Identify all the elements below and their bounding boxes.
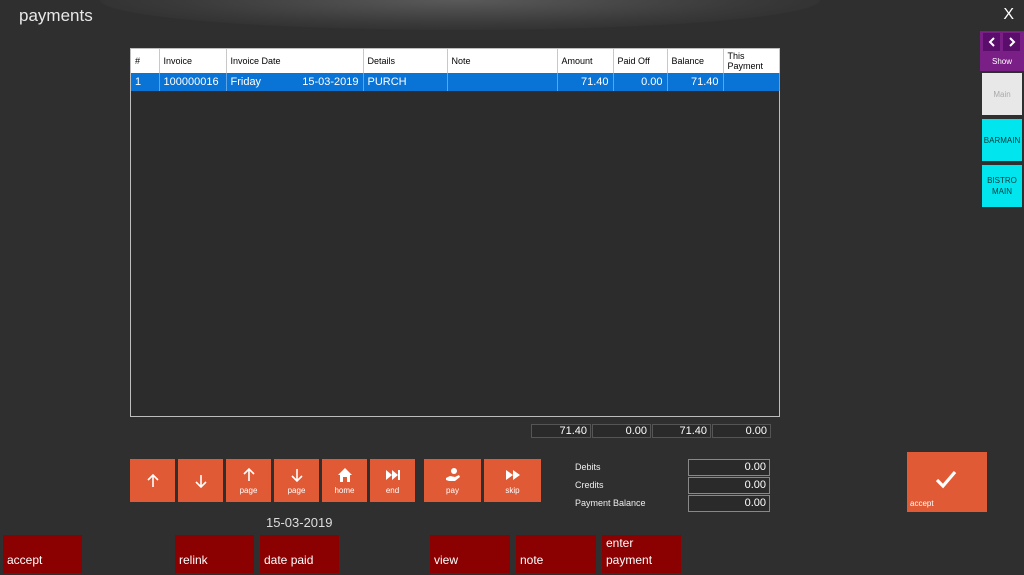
total-paid-off: 0.00 [592,424,651,438]
cell-details: PURCH [363,73,448,91]
location-barmain-button[interactable]: BARMAIN [982,119,1022,161]
skip-button[interactable]: skip [484,459,541,502]
cell-num: 1 [131,73,160,91]
credits-value: 0.00 [688,477,770,494]
col-header-balance[interactable]: Balance [667,49,724,73]
fast-forward-icon [505,469,520,480]
location-bistro-main-button[interactable]: BISTRO MAIN [982,165,1022,207]
chevron-left-icon [988,37,995,47]
cell-this-payment [723,73,780,91]
enter-payment-button[interactable]: enter payment [602,535,681,573]
page-up-button[interactable]: page [226,459,271,502]
payment-balance-value: 0.00 [688,495,770,512]
cell-invoice-date-value: 15-03-2019 [302,76,359,88]
col-header-paid-off[interactable]: Paid Off [613,49,668,73]
total-this-payment: 0.00 [712,424,771,438]
total-balance: 71.40 [652,424,711,438]
grid-header-row: # Invoice Invoice Date Details Note Amou… [131,49,780,73]
cell-paid-off: 0.00 [613,73,668,91]
cell-balance: 71.40 [667,73,724,91]
prev-location-button[interactable] [983,33,1000,51]
col-header-this-payment[interactable]: This Payment [723,49,780,73]
bottom-accept-button[interactable]: accept [3,535,82,573]
note-button[interactable]: note [516,535,596,573]
debits-value: 0.00 [688,459,770,476]
cell-invoice-date: Friday 15-03-2019 [226,73,364,91]
skip-label: skip [505,485,520,495]
invoice-grid[interactable]: # Invoice Invoice Date Details Note Amou… [130,48,780,417]
col-header-invoice[interactable]: Invoice [159,49,227,73]
col-header-details[interactable]: Details [363,49,448,73]
pay-label: pay [446,485,459,495]
arrow-down-icon [290,468,303,482]
debits-label: Debits [575,462,601,472]
arrow-down-icon [194,474,207,488]
location-navigator: Show [980,31,1024,71]
next-location-button[interactable] [1003,33,1020,51]
arrow-up-icon [242,467,255,481]
page-down-label: page [287,485,306,495]
date-paid-button[interactable]: date paid [260,535,339,573]
close-button[interactable]: X [1003,6,1014,24]
home-label: home [334,485,355,495]
show-label: Show [991,57,1012,66]
window-title: payments [19,6,93,25]
accept-button-label: accept [910,499,934,508]
title-bar-glow [100,0,820,30]
pay-button[interactable]: pay [424,459,481,502]
skip-to-end-icon [385,469,400,480]
page-up-label: page [239,485,258,495]
payment-date: 15-03-2019 [266,515,333,530]
payment-balance-label: Payment Balance [575,498,646,508]
view-button[interactable]: view [430,535,510,573]
end-button[interactable]: end [370,459,415,502]
hand-money-icon [445,467,460,481]
cell-invoice: 100000016 [159,73,227,91]
move-up-button[interactable] [130,459,175,502]
accept-button[interactable]: accept [907,452,987,512]
cell-amount: 71.40 [557,73,614,91]
end-label: end [385,485,400,495]
col-header-amount[interactable]: Amount [557,49,614,73]
home-icon [337,467,352,482]
checkmark-icon [935,470,957,489]
cell-note [447,73,558,91]
col-header-invoice-date[interactable]: Invoice Date [226,49,364,73]
col-header-note[interactable]: Note [447,49,558,73]
cell-invoice-day: Friday [230,76,262,88]
relink-button[interactable]: relink [175,535,254,573]
table-row[interactable]: 1 100000016 Friday 15-03-2019 PURCH 71.4… [131,73,780,91]
home-button[interactable]: home [322,459,367,502]
location-main-button[interactable]: Main [982,73,1022,115]
credits-label: Credits [575,480,604,490]
arrow-up-icon [146,473,159,487]
col-header-num[interactable]: # [131,49,160,73]
page-down-button[interactable]: page [274,459,319,502]
chevron-right-icon [1008,37,1015,47]
move-down-button[interactable] [178,459,223,502]
total-amount: 71.40 [531,424,591,438]
